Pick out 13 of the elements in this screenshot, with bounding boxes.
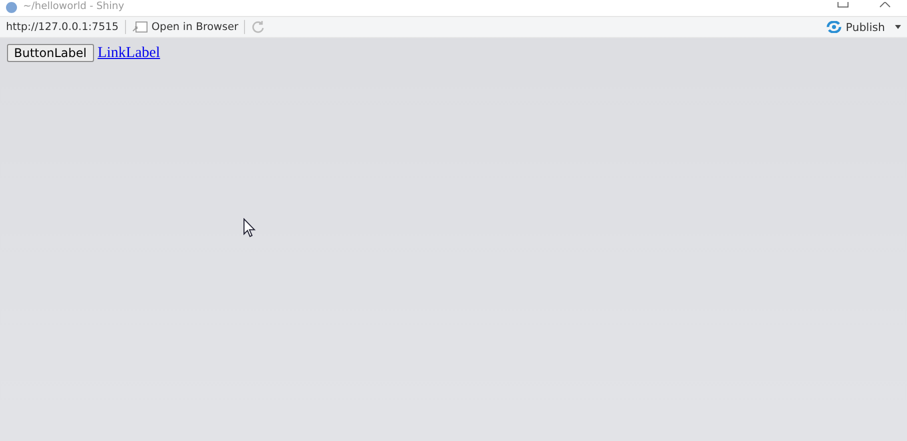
mouse-cursor-icon xyxy=(243,218,256,238)
publish-button[interactable]: Publish xyxy=(826,20,901,34)
publish-icon xyxy=(826,21,842,33)
browser-window-icon xyxy=(132,21,148,33)
app-logo-icon xyxy=(6,2,17,13)
open-in-browser-button[interactable]: Open in Browser xyxy=(132,21,238,33)
label-button[interactable]: ButtonLabel xyxy=(7,44,94,62)
label-link[interactable]: LinkLabel xyxy=(98,44,160,62)
maximize-icon[interactable] xyxy=(837,2,849,8)
window-title: ~/helloworld - Shiny xyxy=(23,0,124,14)
caret-icon xyxy=(895,25,901,29)
url-text: http://127.0.0.1:7515 xyxy=(6,21,119,33)
close-icon[interactable] xyxy=(879,2,891,8)
